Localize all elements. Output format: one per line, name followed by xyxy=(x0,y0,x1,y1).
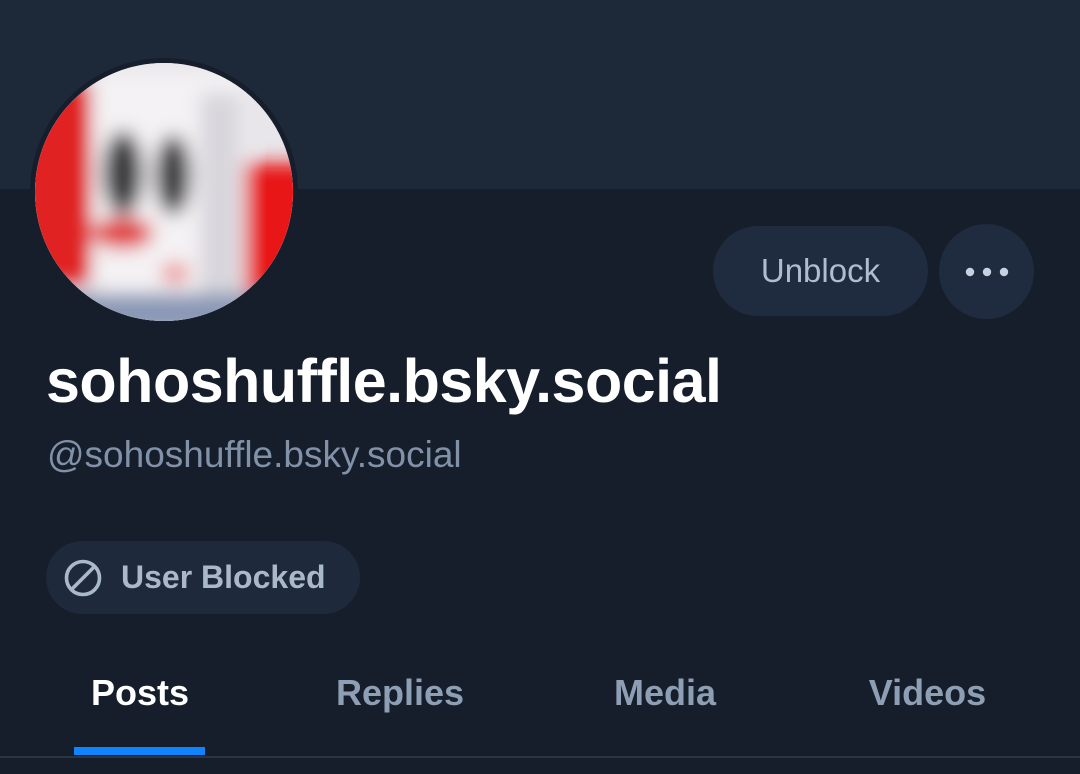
tab-replies[interactable]: Replies xyxy=(310,640,490,746)
profile-page: Unblock sohoshuffle.bsky.social @sohoshu… xyxy=(0,0,1080,774)
user-blocked-badge: User Blocked xyxy=(46,541,360,614)
display-name: sohoshuffle.bsky.social xyxy=(46,347,722,415)
tab-videos[interactable]: Videos xyxy=(840,640,1015,746)
profile-handle: @sohoshuffle.bsky.social xyxy=(47,434,462,475)
ellipsis-icon xyxy=(965,267,1008,276)
tabs-divider xyxy=(0,756,1080,758)
user-blocked-label: User Blocked xyxy=(121,559,326,595)
avatar[interactable] xyxy=(35,63,293,321)
profile-tabs: Posts Replies Media Videos xyxy=(0,640,1080,757)
more-options-button[interactable] xyxy=(939,224,1034,319)
unblock-button[interactable]: Unblock xyxy=(713,226,928,316)
tab-posts[interactable]: Posts xyxy=(60,640,220,746)
avatar-image xyxy=(35,63,293,321)
ban-icon xyxy=(64,559,102,597)
active-tab-indicator xyxy=(74,747,205,755)
tab-media[interactable]: Media xyxy=(585,640,745,746)
